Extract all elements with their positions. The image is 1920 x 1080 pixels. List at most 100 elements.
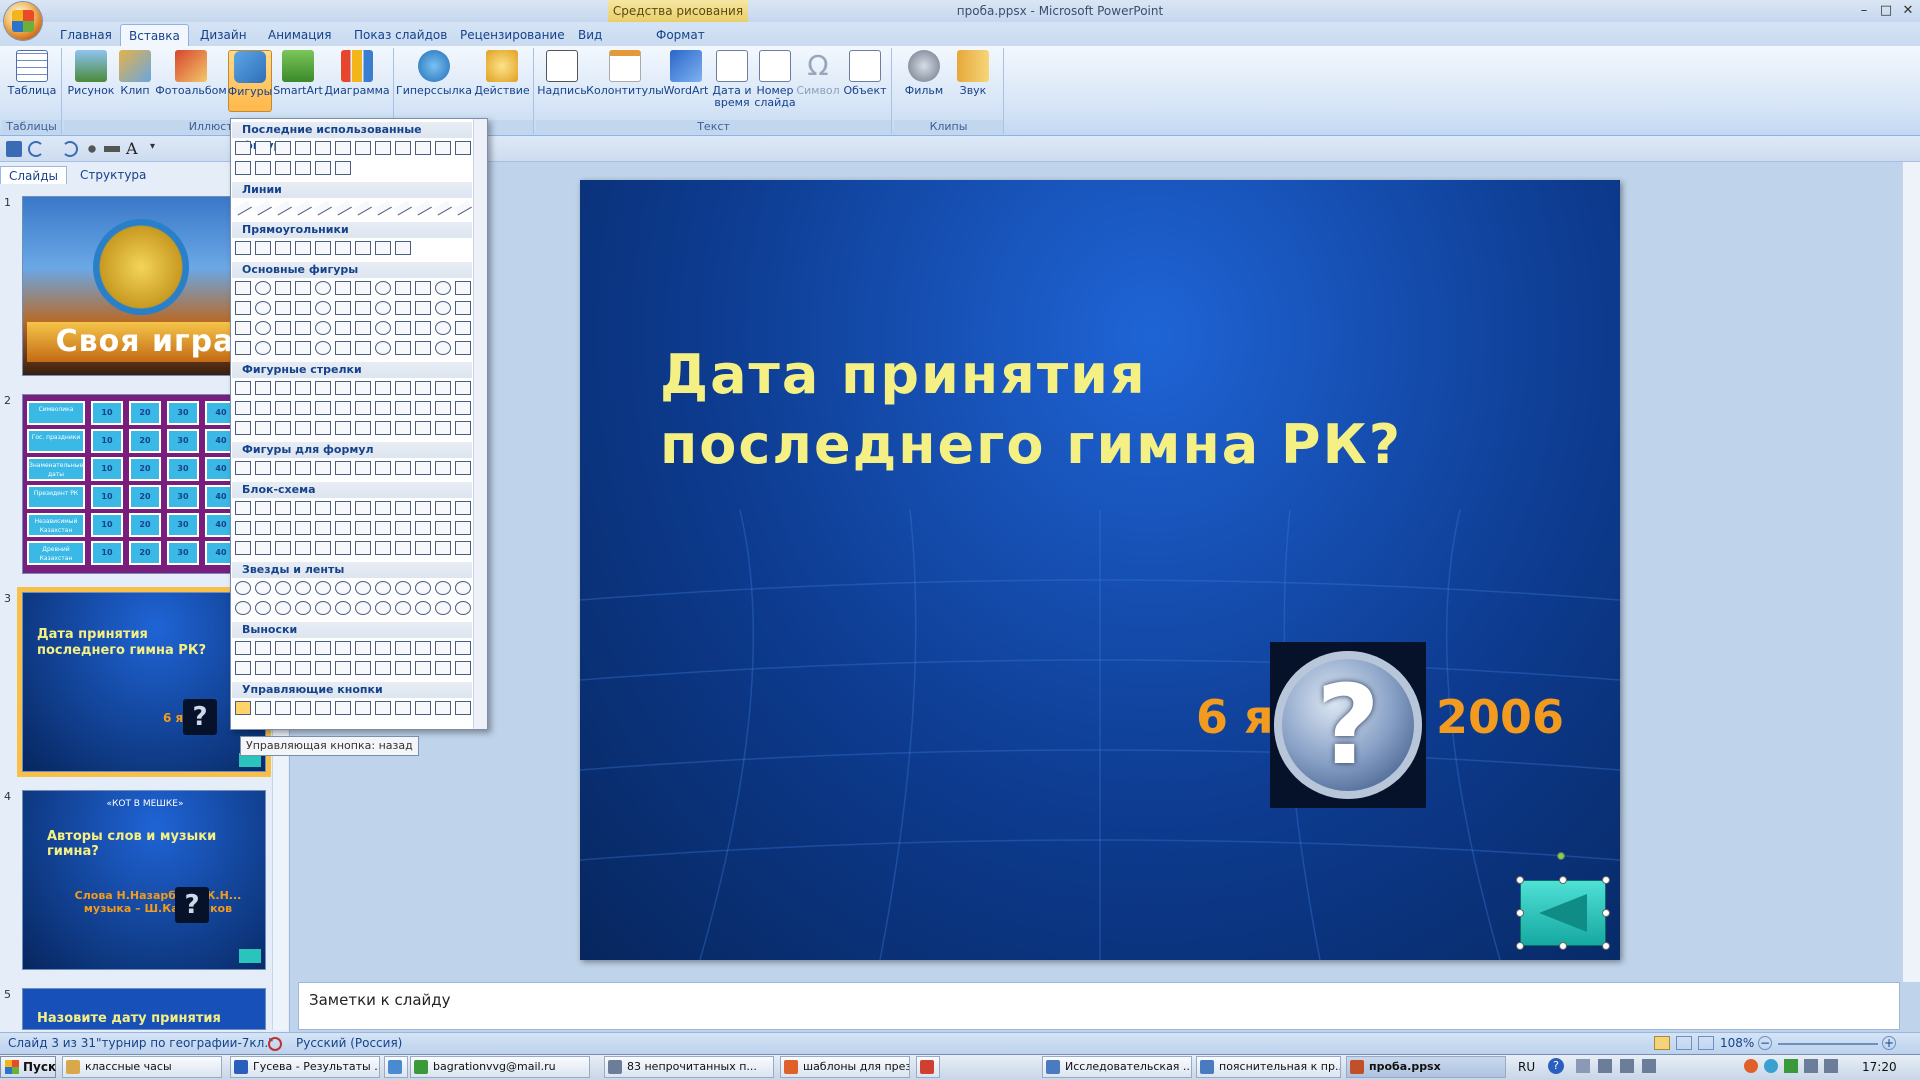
shape-option[interactable] bbox=[295, 701, 311, 715]
insert-picture-button[interactable]: Рисунок bbox=[68, 50, 114, 112]
shape-option[interactable] bbox=[315, 241, 331, 255]
shape-option[interactable] bbox=[295, 421, 311, 435]
insert-wordart-button[interactable]: WordArt bbox=[662, 50, 710, 112]
insert-photoalbum-button[interactable]: Фотоальбом bbox=[155, 50, 227, 112]
shape-option[interactable] bbox=[235, 601, 251, 615]
shape-option[interactable] bbox=[415, 641, 431, 655]
shape-option[interactable] bbox=[275, 541, 291, 555]
shape-option[interactable] bbox=[255, 461, 271, 475]
shape-option[interactable] bbox=[275, 341, 291, 355]
shape-option[interactable] bbox=[235, 161, 251, 175]
insert-datetime-button[interactable]: Дата и время bbox=[712, 50, 752, 112]
taskbar-item[interactable]: пояснительная к пр... bbox=[1196, 1056, 1341, 1078]
font-icon[interactable]: A bbox=[126, 141, 142, 157]
shape-option[interactable] bbox=[315, 381, 331, 395]
shape-option[interactable] bbox=[355, 501, 371, 515]
shape-option[interactable] bbox=[295, 381, 311, 395]
shape-option[interactable] bbox=[335, 461, 351, 475]
insert-hyperlink-button[interactable]: Гиперссылка bbox=[396, 50, 472, 112]
shape-option[interactable] bbox=[455, 421, 471, 435]
shape-option[interactable] bbox=[355, 341, 371, 355]
shape-option[interactable] bbox=[455, 581, 471, 595]
shape-option[interactable] bbox=[275, 521, 291, 535]
shape-option[interactable] bbox=[315, 141, 331, 155]
shape-option[interactable] bbox=[395, 241, 411, 255]
shape-option[interactable] bbox=[355, 321, 371, 335]
slideshow-view-icon[interactable] bbox=[1698, 1036, 1714, 1050]
shape-option[interactable] bbox=[375, 521, 391, 535]
shape-option[interactable] bbox=[255, 321, 271, 335]
shape-option[interactable] bbox=[255, 541, 271, 555]
shape-option[interactable] bbox=[255, 141, 271, 155]
shape-option[interactable] bbox=[355, 381, 371, 395]
insert-object-button[interactable]: Объект bbox=[842, 50, 888, 112]
shape-option[interactable] bbox=[275, 701, 291, 715]
shape-option[interactable] bbox=[295, 461, 311, 475]
shape-option[interactable] bbox=[395, 421, 411, 435]
insert-movie-button[interactable]: Фильм bbox=[900, 50, 948, 112]
shape-option[interactable] bbox=[435, 321, 451, 335]
shape-option[interactable] bbox=[235, 281, 251, 295]
shape-option[interactable] bbox=[415, 581, 431, 595]
zoom-level[interactable]: 108% bbox=[1720, 1036, 1754, 1050]
shape-option[interactable] bbox=[315, 161, 331, 175]
tray-icon[interactable] bbox=[1620, 1059, 1634, 1073]
shape-option[interactable] bbox=[355, 141, 371, 155]
shape-option[interactable] bbox=[355, 541, 371, 555]
shape-option[interactable] bbox=[415, 461, 431, 475]
taskbar-item[interactable] bbox=[384, 1056, 408, 1078]
insert-slidenumber-button[interactable]: Номер слайда bbox=[754, 50, 796, 112]
insert-textbox-button[interactable]: Надпись bbox=[537, 50, 587, 112]
resize-handle[interactable] bbox=[1516, 876, 1524, 884]
shape-option[interactable] bbox=[335, 241, 351, 255]
tab-slideshow[interactable]: Показ слайдов bbox=[346, 24, 455, 46]
undo-icon[interactable] bbox=[28, 141, 44, 157]
shape-option[interactable] bbox=[235, 381, 251, 395]
shape-option[interactable] bbox=[275, 281, 291, 295]
insert-shapes-button[interactable]: Фигуры bbox=[228, 50, 272, 112]
shape-option[interactable] bbox=[235, 461, 251, 475]
shape-option[interactable] bbox=[415, 601, 431, 615]
close-button[interactable]: ✕ bbox=[1896, 2, 1920, 20]
shape-option[interactable] bbox=[415, 301, 431, 315]
shape-option[interactable] bbox=[375, 281, 391, 295]
shape-option[interactable] bbox=[335, 661, 351, 675]
spellcheck-icon[interactable] bbox=[268, 1037, 282, 1051]
shape-option[interactable] bbox=[355, 601, 371, 615]
tab-home[interactable]: Главная bbox=[52, 24, 120, 46]
shape-option[interactable] bbox=[255, 601, 271, 615]
tab-review[interactable]: Рецензирование bbox=[452, 24, 573, 46]
shape-option[interactable] bbox=[235, 321, 251, 335]
shape-option[interactable] bbox=[255, 641, 271, 655]
help-icon[interactable]: ? bbox=[1548, 1058, 1564, 1074]
shape-option[interactable] bbox=[255, 581, 271, 595]
taskbar-item[interactable]: Исследовательская ... bbox=[1042, 1056, 1192, 1078]
shape-option[interactable] bbox=[335, 381, 351, 395]
shape-option[interactable] bbox=[415, 541, 431, 555]
shape-option[interactable] bbox=[455, 461, 471, 475]
shape-option[interactable] bbox=[275, 581, 291, 595]
shape-option[interactable] bbox=[455, 701, 471, 715]
rotation-handle[interactable] bbox=[1557, 852, 1565, 860]
shape-option[interactable] bbox=[455, 501, 471, 515]
shape-option[interactable] bbox=[395, 661, 411, 675]
shape-option[interactable] bbox=[455, 381, 471, 395]
shape-option[interactable] bbox=[395, 541, 411, 555]
tray-icon[interactable] bbox=[1576, 1059, 1590, 1073]
tray-icon[interactable] bbox=[1744, 1059, 1758, 1073]
shape-option[interactable] bbox=[234, 200, 252, 216]
shape-option[interactable] bbox=[395, 581, 411, 595]
shape-option[interactable] bbox=[375, 241, 391, 255]
insert-chart-button[interactable]: Диаграмма bbox=[324, 50, 390, 112]
shape-option[interactable] bbox=[255, 161, 271, 175]
shape-option[interactable] bbox=[255, 381, 271, 395]
shape-option[interactable] bbox=[375, 321, 391, 335]
shape-option[interactable] bbox=[255, 521, 271, 535]
shape-option[interactable] bbox=[374, 200, 392, 216]
shape-option[interactable] bbox=[435, 541, 451, 555]
taskbar-item[interactable]: bagrationvvg@mail.ru bbox=[410, 1056, 590, 1078]
shape-option[interactable] bbox=[375, 381, 391, 395]
shape-option[interactable] bbox=[274, 200, 292, 216]
record-icon[interactable] bbox=[84, 141, 100, 157]
shape-option[interactable] bbox=[275, 401, 291, 415]
